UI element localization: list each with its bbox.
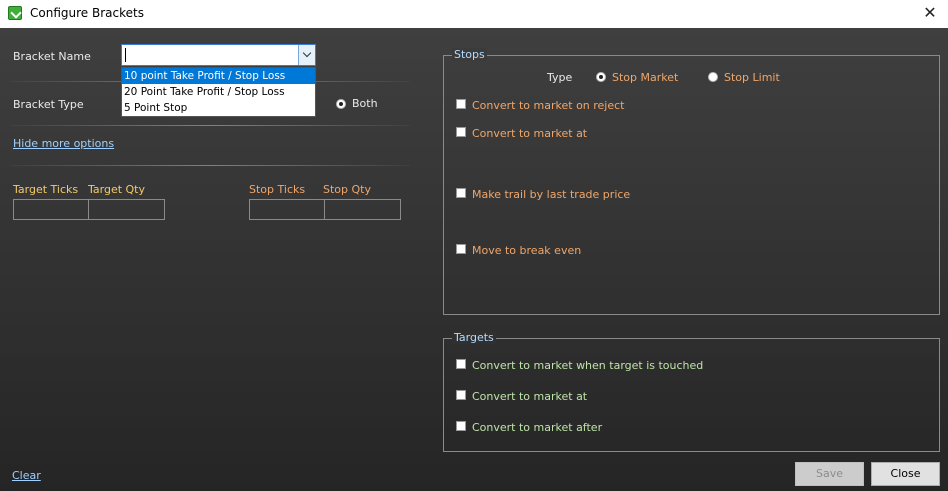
target-qty-cell[interactable] [88,199,165,220]
bracket-type-label: Bracket Type [13,98,84,111]
dropdown-option[interactable]: 10 point Take Profit / Stop Loss [122,68,315,84]
break-even-label[interactable]: Move to break even [472,244,581,257]
close-window-icon[interactable]: ✕ [918,2,942,24]
window-title: Configure Brackets [30,6,144,20]
text-caret [125,48,126,62]
stop-qty-cell[interactable] [324,199,401,220]
title-bar: Configure Brackets ✕ [0,0,948,28]
divider [10,165,410,166]
target-convert-at-label[interactable]: Convert to market at [472,390,587,403]
dialog-body: Bracket Name 10 point Take Profit / Stop… [0,28,948,491]
stop-market-radio[interactable] [596,72,606,82]
target-convert-after-label[interactable]: Convert to market after [472,421,602,434]
divider [10,125,410,126]
hide-more-options-link[interactable]: Hide more options [13,137,114,150]
bracket-name-label: Bracket Name [13,50,91,63]
target-ticks-header: Target Ticks [13,183,79,196]
break-even-checkbox[interactable] [456,244,466,254]
target-ticks-cell[interactable] [13,199,89,220]
close-button[interactable]: Close [871,462,940,486]
convert-on-reject-checkbox[interactable] [456,99,466,109]
stop-ticks-cell[interactable] [249,199,325,220]
target-convert-at-checkbox[interactable] [456,390,466,400]
stop-type-label: Type [547,71,573,84]
bracket-name-combobox[interactable] [121,44,316,66]
stop-limit-radio[interactable] [708,72,718,82]
target-touched-label[interactable]: Convert to market when target is touched [472,359,703,372]
target-convert-after-checkbox[interactable] [456,421,466,431]
stop-convert-at-checkbox[interactable] [456,127,466,137]
target-touched-checkbox[interactable] [456,359,466,369]
stops-legend: Stops [452,48,487,61]
dropdown-option[interactable]: 20 Point Take Profit / Stop Loss [122,84,315,100]
bracket-type-both-label[interactable]: Both [352,97,378,110]
trail-last-trade-checkbox[interactable] [456,188,466,198]
stop-ticks-header: Stop Ticks [249,183,306,196]
stop-convert-at-label[interactable]: Convert to market at [472,127,587,140]
app-icon [8,6,22,20]
stop-limit-label[interactable]: Stop Limit [724,71,780,84]
targets-legend: Targets [452,331,496,344]
clear-link[interactable]: Clear [12,469,41,482]
stop-qty-header: Stop Qty [323,183,371,196]
stops-groupbox: Stops [443,48,940,315]
bracket-name-dropdown[interactable]: 10 point Take Profit / Stop Loss 20 Poin… [121,67,316,117]
bracket-type-both-radio[interactable] [336,99,346,109]
convert-on-reject-label[interactable]: Convert to market on reject [472,99,625,112]
target-qty-header: Target Qty [88,183,146,196]
stop-market-label[interactable]: Stop Market [612,71,678,84]
chevron-down-icon[interactable] [298,45,315,65]
save-button[interactable]: Save [795,462,864,486]
dropdown-option[interactable]: 5 Point Stop [122,100,315,116]
trail-last-trade-label[interactable]: Make trail by last trade price [472,188,630,201]
